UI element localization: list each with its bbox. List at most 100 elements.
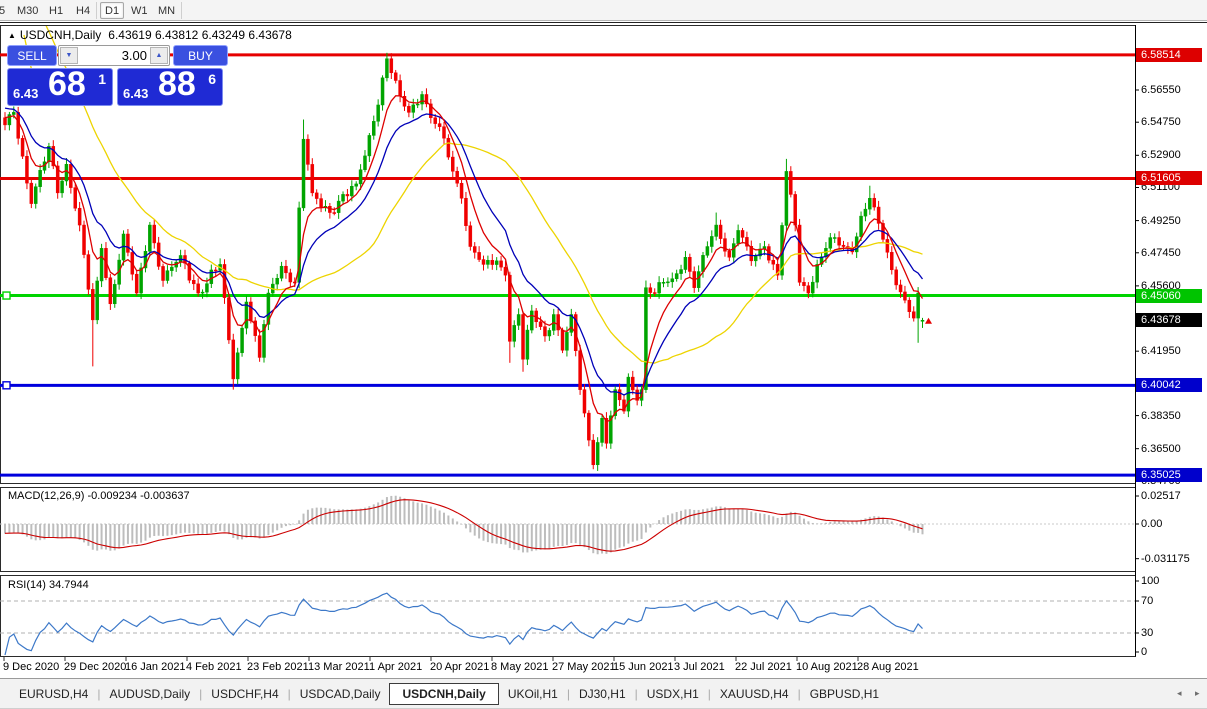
candle: [653, 293, 656, 294]
volume-input[interactable]: [81, 47, 147, 64]
candle: [21, 138, 24, 156]
candle: [434, 118, 437, 124]
buy-price-pip: 6: [208, 71, 216, 87]
candle: [491, 260, 494, 264]
candle: [829, 238, 832, 249]
tab-ukoil-h1[interactable]: UKOil,H1: [499, 684, 567, 704]
chart-title: ▲USDCNH,Daily6.43619 6.43812 6.43249 6.4…: [8, 28, 292, 42]
candle: [794, 194, 797, 225]
candle: [908, 300, 911, 312]
buy-button[interactable]: BUY: [173, 45, 228, 66]
chart-canvas[interactable]: [0, 23, 1207, 709]
tab-eurusd-h4[interactable]: EURUSD,H4: [10, 684, 97, 704]
candle: [767, 247, 770, 261]
candle: [702, 255, 705, 271]
candle: [680, 270, 683, 274]
tab-dj30-h1[interactable]: DJ30,H1: [570, 684, 635, 704]
candle: [618, 390, 621, 400]
candle: [860, 216, 863, 237]
tab-gbpusd-h1[interactable]: GBPUSD,H1: [801, 684, 888, 704]
candle: [868, 198, 871, 209]
candle: [438, 124, 441, 127]
level-line-handle[interactable]: [3, 292, 10, 299]
candle: [390, 59, 393, 73]
chart-window[interactable]: ▲USDCNH,Daily6.43619 6.43812 6.43249 6.4…: [0, 22, 1207, 678]
date-axis-label: 22 Jul 2021: [735, 661, 792, 673]
toolbar-separator: [181, 2, 182, 19]
candle: [153, 225, 156, 243]
price-tag-resistance-1: 6.58514: [1136, 48, 1202, 62]
timeframe-button-d1[interactable]: D1: [100, 2, 124, 19]
tabs-scroll-right-icon[interactable]: ▸: [1195, 688, 1200, 699]
date-axis-label: 8 May 2021: [491, 661, 548, 673]
volume-increase-button[interactable]: ▲: [150, 47, 168, 64]
rsi-axis-label: 30: [1141, 627, 1153, 639]
date-axis-label: 20 Apr 2021: [430, 661, 489, 673]
price-axis-label: 6.36500: [1141, 443, 1181, 455]
collapse-icon[interactable]: ▲: [8, 31, 16, 40]
candle: [162, 266, 165, 280]
candle: [451, 157, 454, 171]
candle: [464, 198, 467, 225]
timeframe-button-mn[interactable]: MN: [153, 2, 180, 19]
candle: [754, 256, 757, 261]
price-axis-label: 6.56550: [1141, 84, 1181, 96]
candle: [399, 81, 402, 97]
candle: [482, 260, 485, 265]
timeframe-button-m30[interactable]: M30: [12, 2, 43, 19]
candle: [302, 139, 305, 208]
macd-axis-label: -0.031175: [1141, 553, 1190, 565]
candle: [17, 112, 20, 138]
symbol-tab-bar: EURUSD,H4|AUDUSD,Daily|USDCHF,H4|USDCAD,…: [0, 678, 1207, 709]
timeframe-button-h4[interactable]: H4: [71, 2, 95, 19]
candle: [658, 282, 661, 293]
tab-xauusd-h4[interactable]: XAUUSD,H4: [711, 684, 798, 704]
candle: [315, 193, 318, 199]
candle: [381, 78, 384, 105]
candle: [65, 164, 68, 181]
candle: [715, 225, 718, 236]
level-line-handle[interactable]: [3, 382, 10, 389]
candle: [333, 213, 336, 214]
tabs-scroll-left-icon[interactable]: ◂: [1177, 688, 1182, 699]
rsi-panel-title: RSI(14) 34.7944: [8, 579, 89, 591]
candle: [416, 104, 419, 105]
timeframe-button-w1[interactable]: W1: [126, 2, 153, 19]
candle: [78, 208, 81, 225]
volume-decrease-button[interactable]: ▼: [60, 47, 78, 64]
timeframe-button-5[interactable]: 5: [0, 2, 10, 19]
candle: [284, 266, 287, 273]
candle: [289, 273, 292, 282]
sell-price-panel[interactable]: 6.43 68 1: [7, 68, 113, 106]
candle: [342, 194, 345, 201]
candle: [306, 139, 309, 164]
candle: [12, 112, 15, 114]
tab-usdcnh-daily[interactable]: USDCNH,Daily: [389, 683, 498, 705]
candle: [394, 73, 397, 81]
candle: [543, 327, 546, 336]
macd-axis-label: 0.02517: [1141, 490, 1181, 502]
date-axis-label: 27 May 2021: [552, 661, 616, 673]
macd-panel-title: MACD(12,26,9) -0.009234 -0.003637: [8, 490, 190, 502]
sell-button[interactable]: SELL: [7, 45, 57, 66]
buy-price-panel[interactable]: 6.43 88 6: [117, 68, 223, 106]
chart-ohlc-quotes: 6.43619 6.43812 6.43249 6.43678: [108, 28, 292, 42]
candle: [170, 267, 173, 271]
price-axis-label: 6.49250: [1141, 215, 1181, 227]
candle: [205, 284, 208, 292]
tab-usdx-h1[interactable]: USDX,H1: [638, 684, 708, 704]
timeframe-button-h1[interactable]: H1: [44, 2, 68, 19]
tab-audusd-daily[interactable]: AUDUSD,Daily: [100, 684, 199, 704]
sell-price-pip: 1: [98, 71, 106, 87]
candle: [140, 268, 143, 293]
price-axis-label: 6.41950: [1141, 345, 1181, 357]
tab-usdcad-daily[interactable]: USDCAD,Daily: [291, 684, 390, 704]
candle: [662, 282, 665, 283]
candle: [737, 230, 740, 243]
candle: [596, 442, 599, 464]
tab-usdchf-h4[interactable]: USDCHF,H4: [202, 684, 287, 704]
candle: [838, 238, 841, 246]
candle: [109, 278, 112, 304]
candle: [675, 274, 678, 279]
candle: [280, 266, 283, 278]
